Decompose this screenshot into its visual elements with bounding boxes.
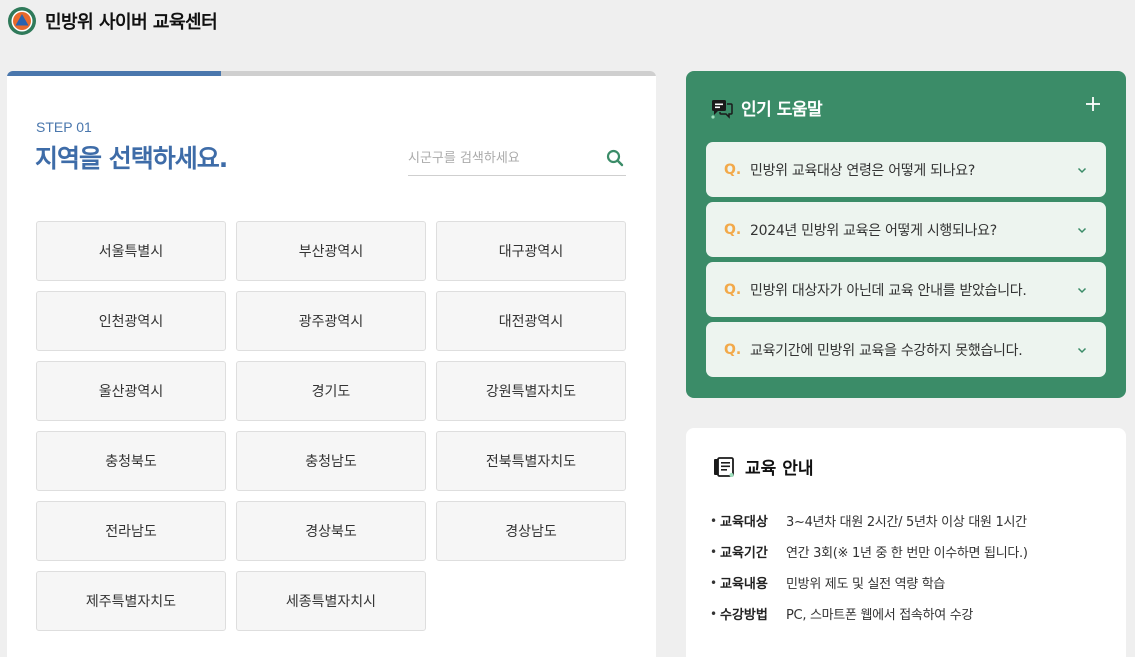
chat-bubbles-icon [711,99,733,119]
site-header: 민방위 사이버 교육센터 [7,5,218,37]
education-info-header: 교육 안내 [713,454,813,479]
popular-help-header: 인기 도움말 [711,95,823,120]
info-label: 교육대상 [720,515,768,530]
region-button[interactable]: 전북특별자치도 [436,431,626,491]
region-button[interactable]: 세종특별자치시 [236,571,426,631]
region-button[interactable]: 부산광역시 [236,221,426,281]
faq-q-marker: Q. [724,161,742,178]
region-button[interactable]: 제주특별자치도 [36,571,226,631]
region-button[interactable]: 강원특별자치도 [436,361,626,421]
plus-icon[interactable] [1084,95,1102,113]
info-label: 교육기간 [720,546,768,561]
chevron-down-icon[interactable] [1076,164,1088,176]
education-info-panel: 교육 안내 • 교육대상 3~4년차 대원 2시간/ 5년차 이상 대원 1시간 • 교… [686,428,1126,657]
region-search [408,143,626,176]
chevron-down-icon[interactable] [1076,344,1088,356]
region-button[interactable]: 울산광역시 [36,361,226,421]
region-button[interactable]: 서울특별시 [36,221,226,281]
region-grid: 서울특별시 부산광역시 대구광역시인천광역시 광주광역시 대전광역시울산광역시 경기도 강원… [36,221,626,631]
region-button[interactable]: 대구광역시 [436,221,626,281]
info-value: PC, 스마트폰 웹에서 접속하여 수강 [786,608,974,623]
region-button[interactable]: 충청북도 [36,431,226,491]
info-value: 민방위 제도 및 실전 역량 학습 [786,577,946,592]
faq-question: 교육기간에 민방위 교육을 수강하지 못했습니다. [750,342,1023,359]
step-progress-bar [7,71,656,76]
info-value: 3~4년차 대원 2시간/ 5년차 이상 대원 1시간 [786,515,1027,530]
info-value: 연간 3회(※ 1년 중 한 번만 이수하면 됩니다.) [786,546,1028,561]
region-button[interactable]: 경상남도 [436,501,626,561]
region-button[interactable]: 광주광역시 [236,291,426,351]
region-button[interactable]: 대전광역시 [436,291,626,351]
info-label: 교육내용 [720,577,768,592]
region-button[interactable]: 경기도 [236,361,426,421]
education-info-row: • 수강방법 PC, 스마트폰 웹에서 접속하여 수강 [710,598,1028,629]
civil-defense-logo-icon[interactable] [7,6,37,36]
info-label: 수강방법 [720,608,768,623]
faq-item[interactable]: Q. 교육기간에 민방위 교육을 수강하지 못했습니다. [706,322,1106,377]
region-button[interactable]: 경상북도 [236,501,426,561]
education-info-list: • 교육대상 3~4년차 대원 2시간/ 5년차 이상 대원 1시간 • 교육기간 연간 … [710,505,1028,629]
step-label: STEP 01 [36,119,92,135]
bullet: • [710,606,718,621]
region-button[interactable]: 충청남도 [236,431,426,491]
step-title: 지역을 선택하세요. [35,144,228,173]
region-button[interactable]: 인천광역시 [36,291,226,351]
education-info-title: 교육 안내 [745,459,814,479]
education-info-row: • 교육대상 3~4년차 대원 2시간/ 5년차 이상 대원 1시간 [710,505,1028,536]
search-icon[interactable] [606,149,624,167]
region-button[interactable]: 전라남도 [36,501,226,561]
faq-item[interactable]: Q. 민방위 대상자가 아닌데 교육 안내를 받았습니다. [706,262,1106,317]
education-info-row: • 교육내용 민방위 제도 및 실전 역량 학습 [710,567,1028,598]
faq-q-marker: Q. [724,221,742,238]
faq-question: 2024년 민방위 교육은 어떻게 시행되나요? [750,222,997,239]
faq-question: 민방위 교육대상 연령은 어떻게 되나요? [750,162,976,179]
bullet: • [710,544,718,559]
faq-item[interactable]: Q. 2024년 민방위 교육은 어떻게 시행되나요? [706,202,1106,257]
document-icon [714,456,734,477]
chevron-down-icon[interactable] [1076,284,1088,296]
faq-item[interactable]: Q. 민방위 교육대상 연령은 어떻게 되나요? [706,142,1106,197]
faq-q-marker: Q. [724,281,742,298]
education-info-row: • 교육기간 연간 3회(※ 1년 중 한 번만 이수하면 됩니다.) [710,536,1028,567]
chevron-down-icon[interactable] [1076,224,1088,236]
region-search-input[interactable] [408,143,598,173]
faq-list: Q. 민방위 교육대상 연령은 어떻게 되나요? Q. 2024년 민방위 교육은 어… [706,142,1106,382]
region-select-panel: STEP 01 지역을 선택하세요. 서울특별시부산광역시대구광역시인천광역시광… [7,71,656,657]
faq-question: 민방위 대상자가 아닌데 교육 안내를 받았습니다. [750,282,1027,299]
popular-help-panel: 인기 도움말 Q. 민방위 교육대상 연령은 어떻게 되나요? Q. 2024년 민방… [686,71,1126,398]
step-progress-fill [7,71,222,76]
faq-q-marker: Q. [724,341,742,358]
bullet: • [710,513,718,528]
popular-help-title: 인기 도움말 [741,100,823,120]
bullet: • [710,575,718,590]
site-title[interactable]: 민방위 사이버 교육센터 [45,8,218,34]
